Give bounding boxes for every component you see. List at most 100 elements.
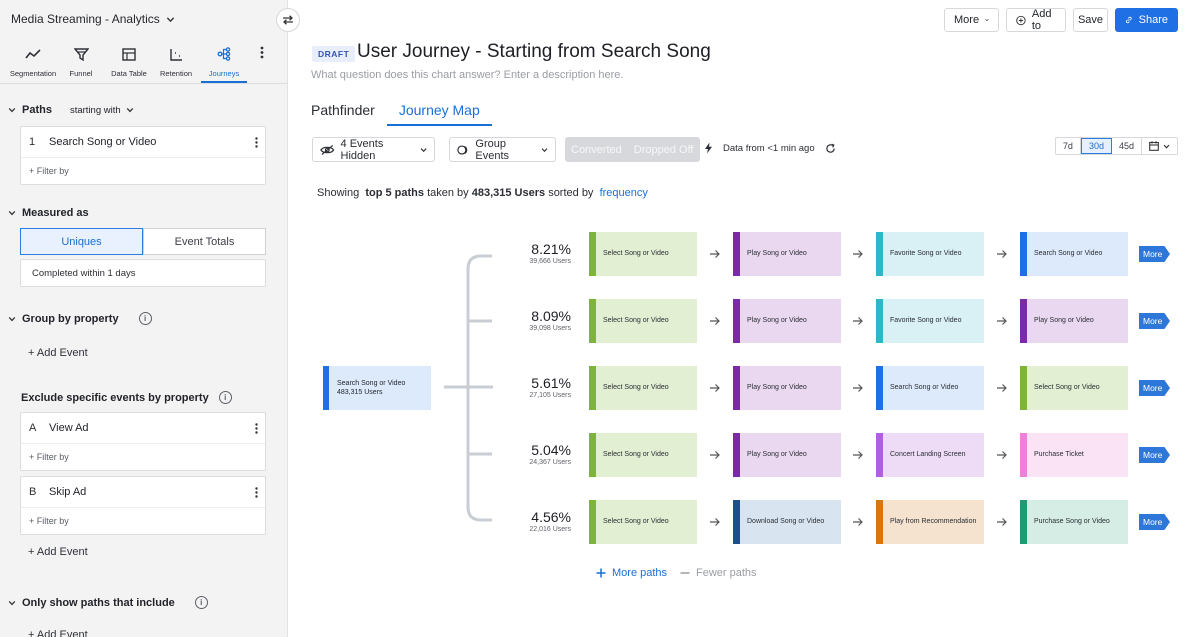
measured-as-section-header[interactable]: Measured as	[8, 207, 89, 219]
uniques-button[interactable]: Uniques	[20, 228, 143, 255]
info-icon[interactable]: i	[138, 312, 152, 325]
segmentation-icon	[25, 49, 41, 59]
chevron-down-icon	[8, 107, 16, 113]
path-step[interactable]: 1 Search Song or Video	[21, 127, 265, 158]
path-more-button[interactable]: More	[1139, 380, 1170, 396]
event-totals-button[interactable]: Event Totals	[143, 228, 266, 255]
path-mode-dropdown[interactable]: starting with	[70, 105, 134, 116]
path-step-node[interactable]: Select Song or Video	[589, 500, 697, 544]
event-menu-button[interactable]	[247, 486, 265, 498]
arrow-right-icon	[853, 317, 863, 325]
chevron-down-icon	[166, 16, 174, 22]
more-paths-button[interactable]: More paths	[596, 567, 667, 579]
only-show-add-event-button[interactable]: + Add Event	[28, 629, 88, 637]
info-icon[interactable]: i	[218, 391, 232, 404]
data-table-icon	[122, 47, 136, 61]
measure-toggle: Uniques Event Totals	[20, 228, 266, 255]
arrow-right-icon	[997, 384, 1007, 392]
tab-data-table[interactable]: Data Table	[108, 40, 150, 83]
path-users: 24,367 Users	[529, 459, 571, 466]
path-stat: 5.04% 24,367 Users	[511, 442, 571, 466]
tab-funnel[interactable]: Funnel	[64, 40, 98, 83]
exclude-add-event-button[interactable]: + Add Event	[28, 546, 88, 558]
chevron-down-icon	[8, 600, 16, 605]
path-step-node[interactable]: Play Song or Video	[1020, 299, 1128, 343]
kebab-icon	[254, 422, 258, 434]
step-menu-button[interactable]	[247, 136, 265, 148]
path-step-node[interactable]: Search Song or Video	[876, 366, 984, 410]
group-by-section-header[interactable]: Group by property i	[8, 312, 152, 325]
path-percent: 5.61%	[531, 375, 571, 391]
sidebar: Media Streaming - Analytics Segmentation…	[0, 0, 288, 637]
kebab-icon	[254, 136, 258, 148]
arrow-right-icon	[710, 451, 720, 459]
group-by-label: Group by property	[22, 312, 119, 325]
path-step-node[interactable]: Select Song or Video	[589, 366, 697, 410]
path-percent: 8.21%	[531, 241, 571, 257]
path-step-node[interactable]: Concert Landing Screen	[876, 433, 984, 477]
path-step-node[interactable]: Search Song or Video	[1020, 232, 1128, 276]
tab-label: Segmentation	[9, 69, 57, 78]
filter-by-button[interactable]: + Filter by	[21, 158, 265, 184]
exclude-section-header: Exclude specific events by property i	[21, 391, 232, 404]
exclude-event[interactable]: B Skip Ad	[21, 477, 265, 508]
path-step-node[interactable]: Purchase Song or Video	[1020, 500, 1128, 544]
arrow-right-icon	[997, 250, 1007, 258]
arrow-right-icon	[853, 384, 863, 392]
collapse-sidebar-button[interactable]	[276, 8, 300, 32]
fewer-paths-label: Fewer paths	[696, 567, 757, 579]
tab-label: Retention	[159, 69, 193, 78]
path-users: 22,016 Users	[529, 526, 571, 533]
exclude-event[interactable]: A View Ad	[21, 413, 265, 444]
path-step-node[interactable]: Download Song or Video	[733, 500, 841, 544]
swap-arrows-icon	[283, 15, 293, 25]
tab-retention[interactable]: Retention	[157, 40, 195, 83]
path-step-node[interactable]: Select Song or Video	[589, 299, 697, 343]
main-panel: More Add to Save Share DRAFT User Journe…	[288, 0, 1200, 637]
path-more-button[interactable]: More	[1139, 447, 1170, 463]
exclude-event-card: A View Ad + Filter by	[20, 412, 266, 471]
only-show-section-header[interactable]: Only show paths that include i	[8, 596, 208, 609]
path-step-node[interactable]: Purchase Ticket	[1020, 433, 1128, 477]
completion-window[interactable]: Completed within 1 days	[20, 259, 266, 287]
more-paths-label: More paths	[612, 567, 668, 579]
step-index: 1	[29, 136, 36, 148]
path-more-button[interactable]: More	[1139, 246, 1170, 262]
arrow-right-icon	[997, 451, 1007, 459]
paths-section-header[interactable]: Paths starting with	[8, 104, 134, 116]
event-letter: B	[29, 486, 37, 498]
filter-by-button[interactable]: + Filter by	[21, 444, 265, 470]
event-menu-button[interactable]	[247, 422, 265, 434]
path-percent: 4.56%	[531, 509, 571, 525]
plus-icon	[596, 568, 606, 578]
fewer-paths-button[interactable]: Fewer paths	[680, 567, 757, 579]
path-step-node[interactable]: Select Song or Video	[589, 232, 697, 276]
path-step-node[interactable]: Play from Recommendation	[876, 500, 984, 544]
tab-journeys[interactable]: Journeys	[201, 40, 247, 83]
completion-window-label: Completed within 1 days	[32, 268, 136, 279]
more-report-types-button[interactable]	[256, 46, 268, 62]
path-step-node[interactable]: Play Song or Video	[733, 299, 841, 343]
group-by-add-event-button[interactable]: + Add Event	[28, 347, 88, 359]
path-step-node[interactable]: Play Song or Video	[733, 232, 841, 276]
path-stat: 5.61% 27,105 Users	[511, 375, 571, 399]
tab-label: Data Table	[111, 69, 147, 78]
info-icon[interactable]: i	[194, 596, 208, 609]
tab-segmentation[interactable]: Segmentation	[6, 40, 60, 83]
path-more-button[interactable]: More	[1139, 313, 1170, 329]
path-step-node[interactable]: Select Song or Video	[589, 433, 697, 477]
path-step-node[interactable]: Play Song or Video	[733, 433, 841, 477]
path-step-node[interactable]: Favorite Song or Video	[876, 232, 984, 276]
path-step-node[interactable]: Play Song or Video	[733, 366, 841, 410]
path-step-node[interactable]: Select Song or Video	[1020, 366, 1128, 410]
start-event-node[interactable]: Search Song or Video 483,315 Users	[323, 366, 431, 410]
path-step-node[interactable]: Favorite Song or Video	[876, 299, 984, 343]
measured-as-label: Measured as	[22, 207, 89, 219]
path-more-button[interactable]: More	[1139, 514, 1170, 530]
exclude-label: Exclude specific events by property	[21, 391, 209, 404]
chevron-down-icon	[8, 210, 16, 216]
journey-map: Search Song or Video 483,315 Users More …	[288, 0, 1200, 637]
step-event-name: Search Song or Video	[49, 136, 157, 148]
project-selector[interactable]: Media Streaming - Analytics	[11, 12, 175, 26]
filter-by-button[interactable]: + Filter by	[21, 508, 265, 534]
